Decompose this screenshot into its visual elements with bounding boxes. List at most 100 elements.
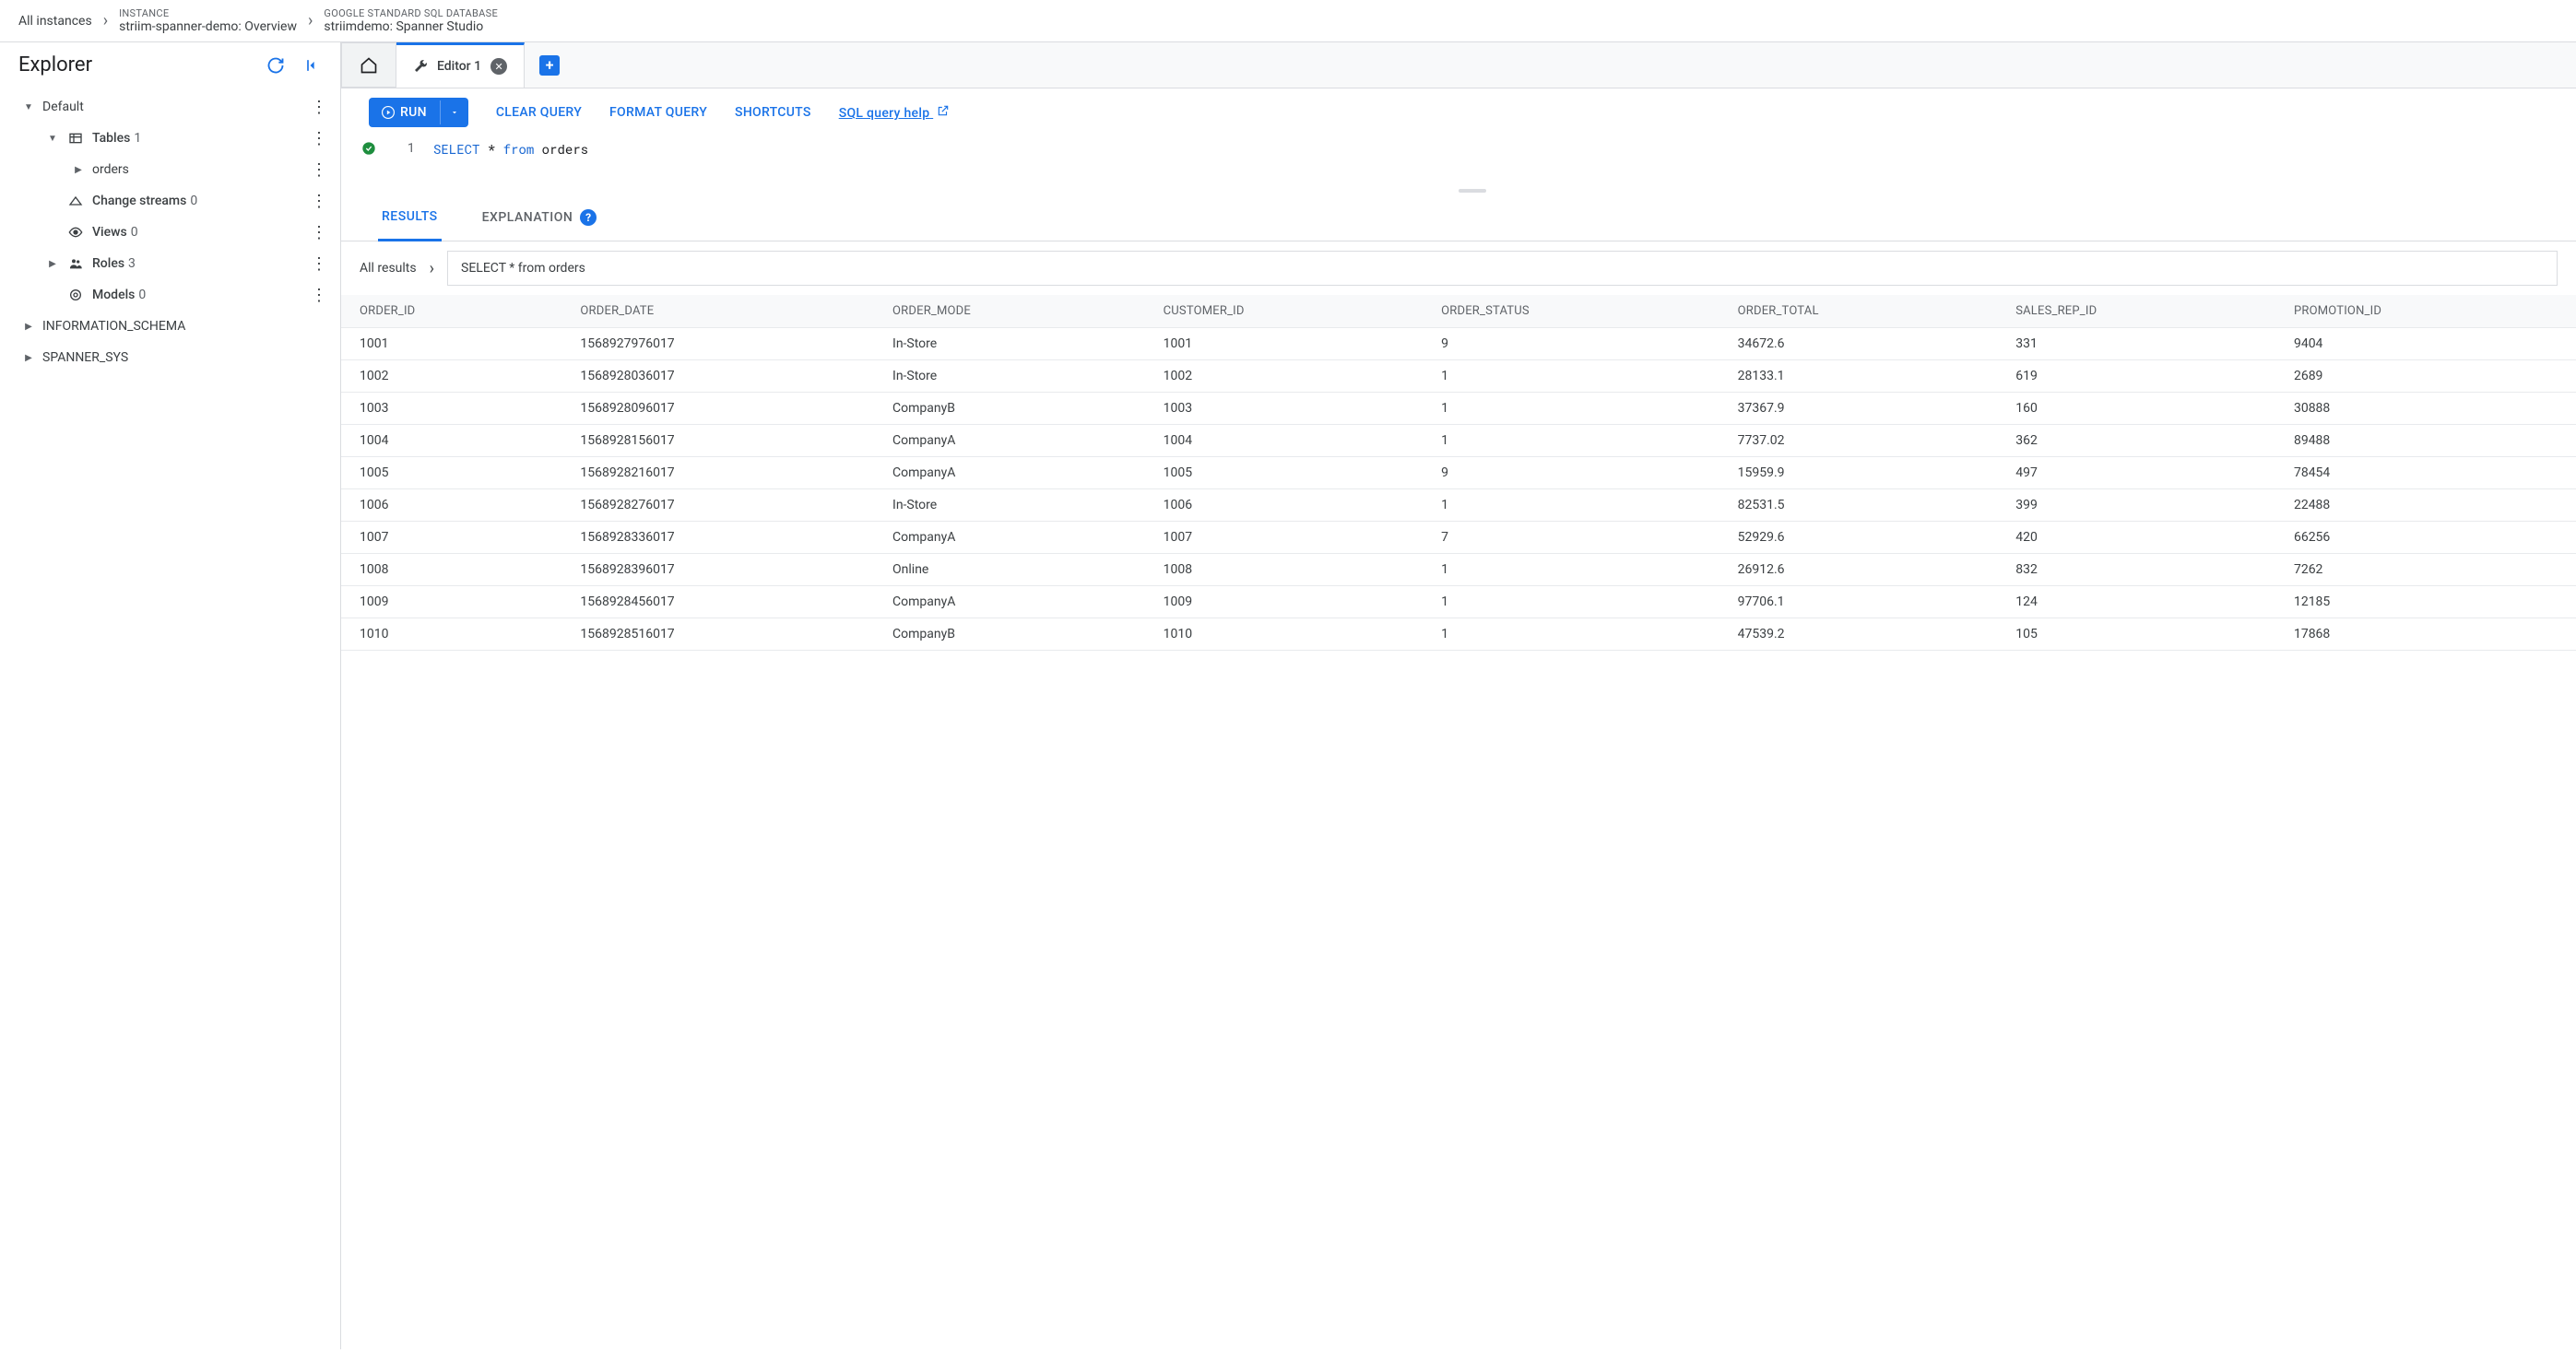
tab-editor-1[interactable]: Editor 1 ✕ <box>396 42 525 88</box>
tree-node-orders[interactable]: ▶ orders ⋮ <box>0 154 340 185</box>
kebab-icon[interactable]: ⋮ <box>311 129 327 148</box>
explorer-title: Explorer <box>18 53 92 76</box>
table-cell: 1004 <box>1151 425 1429 457</box>
caret-right-icon[interactable]: ▶ <box>20 322 37 332</box>
help-icon[interactable]: ? <box>580 209 597 226</box>
table-cell: 1008 <box>1151 554 1429 586</box>
breadcrumb-root[interactable]: All instances <box>18 14 92 29</box>
roles-icon <box>66 256 85 271</box>
column-header[interactable]: ORDER_DATE <box>567 295 880 328</box>
table-row[interactable]: 10021568928036017In-Store1002128133.1619… <box>341 360 2576 393</box>
table-row[interactable]: 10041568928156017CompanyA100417737.02362… <box>341 425 2576 457</box>
run-dropdown[interactable] <box>440 100 468 124</box>
tree-count: 0 <box>138 288 146 302</box>
table-cell: 1010 <box>1151 618 1429 651</box>
column-header[interactable]: ORDER_TOTAL <box>1725 295 2003 328</box>
breadcrumb-database[interactable]: GOOGLE STANDARD SQL DATABASE striimdemo:… <box>324 7 498 34</box>
models-icon <box>66 288 85 302</box>
tree-count: 1 <box>134 131 141 146</box>
table-cell: 619 <box>2003 360 2281 393</box>
tab-add-container: + <box>525 42 574 88</box>
table-row[interactable]: 10011568927976017In-Store1001934672.6331… <box>341 328 2576 360</box>
caret-down-icon[interactable]: ▼ <box>20 102 37 112</box>
table-cell: 1568928516017 <box>567 618 880 651</box>
table-row[interactable]: 10091568928456017CompanyA1009197706.1124… <box>341 586 2576 618</box>
column-header[interactable]: ORDER_ID <box>341 295 567 328</box>
code-line[interactable]: SELECT * from orders <box>415 138 588 158</box>
close-icon[interactable]: ✕ <box>490 58 507 75</box>
sql-help-label: SQL query help <box>839 106 930 121</box>
table-cell: 28133.1 <box>1725 360 2003 393</box>
breadcrumb-instance[interactable]: INSTANCE striim-spanner-demo: Overview <box>119 7 297 34</box>
table-cell: 1568928456017 <box>567 586 880 618</box>
tree-node-information-schema[interactable]: ▶ INFORMATION_SCHEMA <box>0 311 340 342</box>
table-row[interactable]: 10081568928396017Online1008126912.683272… <box>341 554 2576 586</box>
column-header[interactable]: ORDER_MODE <box>880 295 1151 328</box>
caret-right-icon[interactable]: ▶ <box>44 259 61 269</box>
tab-explanation-label: EXPLANATION <box>482 210 573 225</box>
content-area: Editor 1 ✕ + RUN CLEAR QUERY FORMAT QUER… <box>341 42 2576 1349</box>
table-row[interactable]: 10101568928516017CompanyB1010147539.2105… <box>341 618 2576 651</box>
table-cell: 1568928156017 <box>567 425 880 457</box>
clear-query-button[interactable]: CLEAR QUERY <box>496 105 582 120</box>
tree-label: Roles <box>92 256 124 271</box>
breadcrumb-db-value: striimdemo: Spanner Studio <box>324 19 498 34</box>
home-icon <box>360 56 378 75</box>
tab-bar: Editor 1 ✕ + <box>341 42 2576 88</box>
table-cell: Online <box>880 554 1151 586</box>
column-header[interactable]: PROMOTION_ID <box>2281 295 2576 328</box>
column-header[interactable]: CUSTOMER_ID <box>1151 295 1429 328</box>
tree-node-views[interactable]: Views 0 ⋮ <box>0 217 340 248</box>
kebab-icon[interactable]: ⋮ <box>311 192 327 211</box>
tree-node-roles[interactable]: ▶ Roles 3 ⋮ <box>0 248 340 279</box>
table-cell: 1568928096017 <box>567 393 880 425</box>
table-cell: 1568927976017 <box>567 328 880 360</box>
table-cell: 362 <box>2003 425 2281 457</box>
sql-editor[interactable]: 1 SELECT * from orders <box>341 136 2576 194</box>
table-cell: 66256 <box>2281 522 2576 554</box>
caret-down-icon[interactable]: ▼ <box>44 134 61 144</box>
table-row[interactable]: 10071568928336017CompanyA1007752929.6420… <box>341 522 2576 554</box>
add-tab-button[interactable]: + <box>539 55 560 76</box>
table-cell: 1007 <box>1151 522 1429 554</box>
run-button-main[interactable]: RUN <box>369 98 440 127</box>
table-cell: 331 <box>2003 328 2281 360</box>
table-row[interactable]: 10061568928276017In-Store1006182531.5399… <box>341 489 2576 522</box>
chevron-right-icon: › <box>103 11 108 30</box>
tree-node-change-streams[interactable]: Change streams 0 ⋮ <box>0 185 340 217</box>
tree-node-tables[interactable]: ▼ Tables 1 ⋮ <box>0 123 340 154</box>
column-header[interactable]: ORDER_STATUS <box>1428 295 1724 328</box>
column-header[interactable]: SALES_REP_ID <box>2003 295 2281 328</box>
refresh-icon[interactable] <box>266 56 285 75</box>
tree-node-models[interactable]: Models 0 ⋮ <box>0 279 340 311</box>
caret-right-icon[interactable]: ▶ <box>20 353 37 363</box>
caret-right-icon[interactable]: ▶ <box>70 165 87 175</box>
tab-home[interactable] <box>341 42 396 88</box>
table-row[interactable]: 10031568928096017CompanyB1003137367.9160… <box>341 393 2576 425</box>
table-cell: 1568928396017 <box>567 554 880 586</box>
tree-node-spanner-sys[interactable]: ▶ SPANNER_SYS <box>0 342 340 373</box>
tab-results[interactable]: RESULTS <box>378 194 442 241</box>
kebab-icon[interactable]: ⋮ <box>311 254 327 274</box>
drag-handle[interactable] <box>1459 189 1486 193</box>
sql-help-link[interactable]: SQL query help <box>839 104 950 121</box>
table-cell: 399 <box>2003 489 2281 522</box>
table-row[interactable]: 10051568928216017CompanyA1005915959.9497… <box>341 457 2576 489</box>
table-cell: 1568928216017 <box>567 457 880 489</box>
run-button[interactable]: RUN <box>369 98 468 127</box>
kebab-icon[interactable]: ⋮ <box>311 160 327 180</box>
chevron-right-icon[interactable]: › <box>430 259 434 278</box>
tab-explanation[interactable]: EXPLANATION ? <box>479 194 601 241</box>
kebab-icon[interactable]: ⋮ <box>311 98 327 117</box>
results-query-display[interactable]: SELECT * from orders <box>447 251 2558 286</box>
kebab-icon[interactable]: ⋮ <box>311 286 327 305</box>
table-cell: 1005 <box>1151 457 1429 489</box>
format-query-button[interactable]: FORMAT QUERY <box>609 105 707 120</box>
table-cell: 1568928276017 <box>567 489 880 522</box>
table-cell: 1 <box>1428 425 1724 457</box>
tree-node-default[interactable]: ▼ Default ⋮ <box>0 91 340 123</box>
line-number: 1 <box>398 138 415 156</box>
shortcuts-button[interactable]: SHORTCUTS <box>735 105 811 120</box>
kebab-icon[interactable]: ⋮ <box>311 223 327 242</box>
collapse-sidebar-icon[interactable] <box>303 56 322 75</box>
